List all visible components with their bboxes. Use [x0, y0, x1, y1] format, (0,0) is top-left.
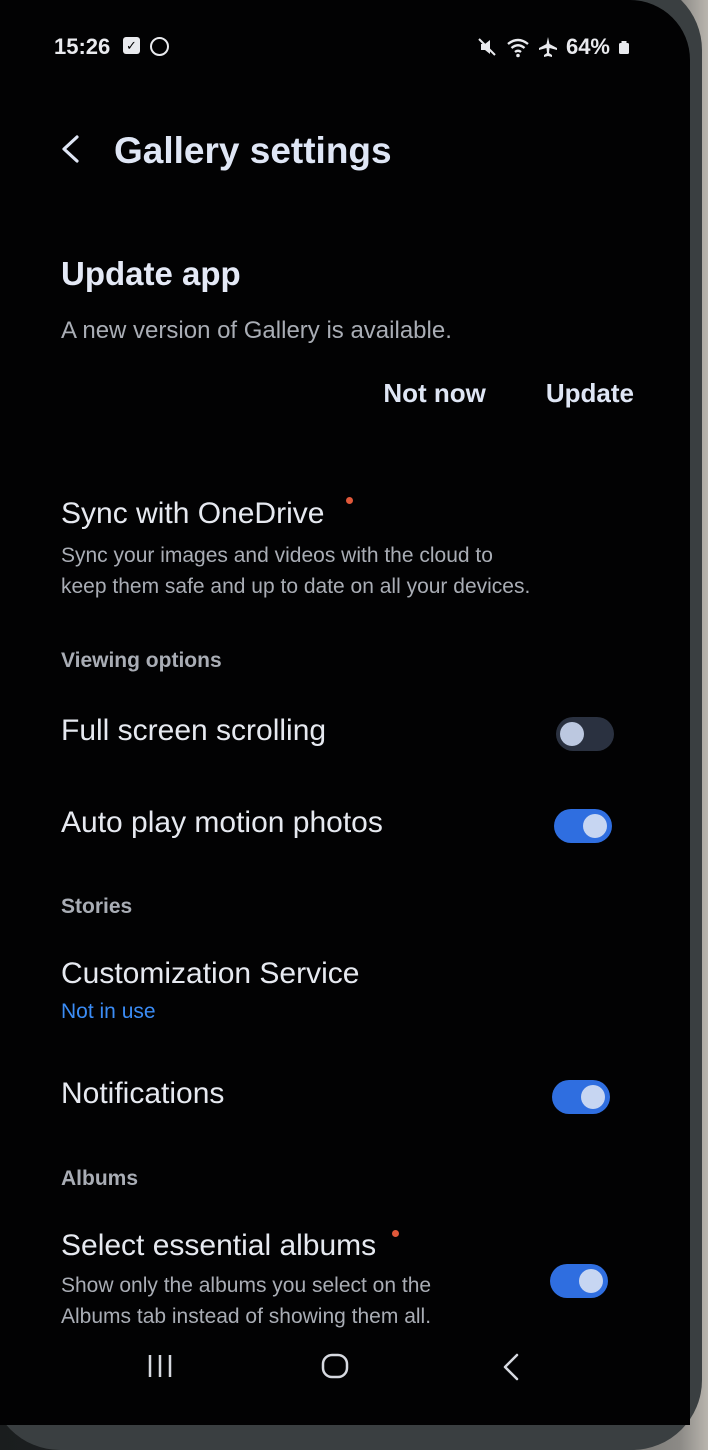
new-badge-dot	[346, 497, 353, 504]
status-time: 15:26	[54, 34, 111, 59]
back-icon[interactable]	[500, 1352, 522, 1382]
essential-albums-subtitle-line1: Show only the albums you select on the	[61, 1274, 432, 1297]
auto-play-motion-label: Auto play motion photos	[61, 806, 383, 839]
update-actions: Not now Update	[383, 378, 634, 409]
albums-label: Albums	[61, 1167, 139, 1190]
update-app-title: Update app	[61, 255, 241, 292]
checkbox-icon: ✓	[123, 37, 140, 54]
page-title: Gallery settings	[114, 130, 392, 171]
mute-icon	[478, 38, 496, 56]
battery-percent: 64%	[565, 34, 610, 59]
full-screen-scrolling-toggle[interactable]	[556, 717, 614, 751]
essential-albums-toggle[interactable]	[550, 1264, 608, 1298]
airplane-icon	[538, 37, 557, 57]
wifi-icon	[507, 38, 529, 58]
recent-apps-icon[interactable]	[146, 1352, 174, 1380]
auto-play-motion-toggle[interactable]	[554, 809, 612, 843]
viewing-options-label: Viewing options	[61, 649, 222, 672]
screen: 15:26 ✓ 64% Gallery settings Update app …	[0, 0, 690, 1425]
circle-icon	[150, 37, 169, 56]
onedrive-subtitle-line2: keep them safe and up to date on all you…	[61, 575, 531, 598]
notifications-toggle[interactable]	[552, 1080, 610, 1114]
battery-icon	[619, 41, 629, 54]
customization-service-status: Not in use	[61, 1000, 156, 1023]
onedrive-title: Sync with OneDrive	[61, 497, 325, 530]
update-button[interactable]: Update	[546, 378, 634, 409]
home-icon[interactable]	[320, 1352, 350, 1380]
status-bar: 15:26 ✓ 64%	[54, 34, 630, 64]
navigation-bar	[0, 1340, 690, 1400]
onedrive-subtitle-line1: Sync your images and videos with the clo…	[61, 544, 493, 567]
update-app-description: A new version of Gallery is available.	[61, 317, 452, 344]
notifications-label: Notifications	[61, 1077, 225, 1110]
stories-label: Stories	[61, 895, 133, 918]
customization-service-label: Customization Service	[61, 957, 360, 990]
essential-albums-label: Select essential albums	[61, 1229, 377, 1262]
full-screen-scrolling-label: Full screen scrolling	[61, 714, 327, 747]
new-badge-dot	[392, 1230, 399, 1237]
not-now-button[interactable]: Not now	[383, 378, 486, 409]
back-arrow-icon[interactable]	[60, 134, 80, 164]
essential-albums-subtitle-line2: Albums tab instead of showing them all.	[61, 1305, 432, 1328]
